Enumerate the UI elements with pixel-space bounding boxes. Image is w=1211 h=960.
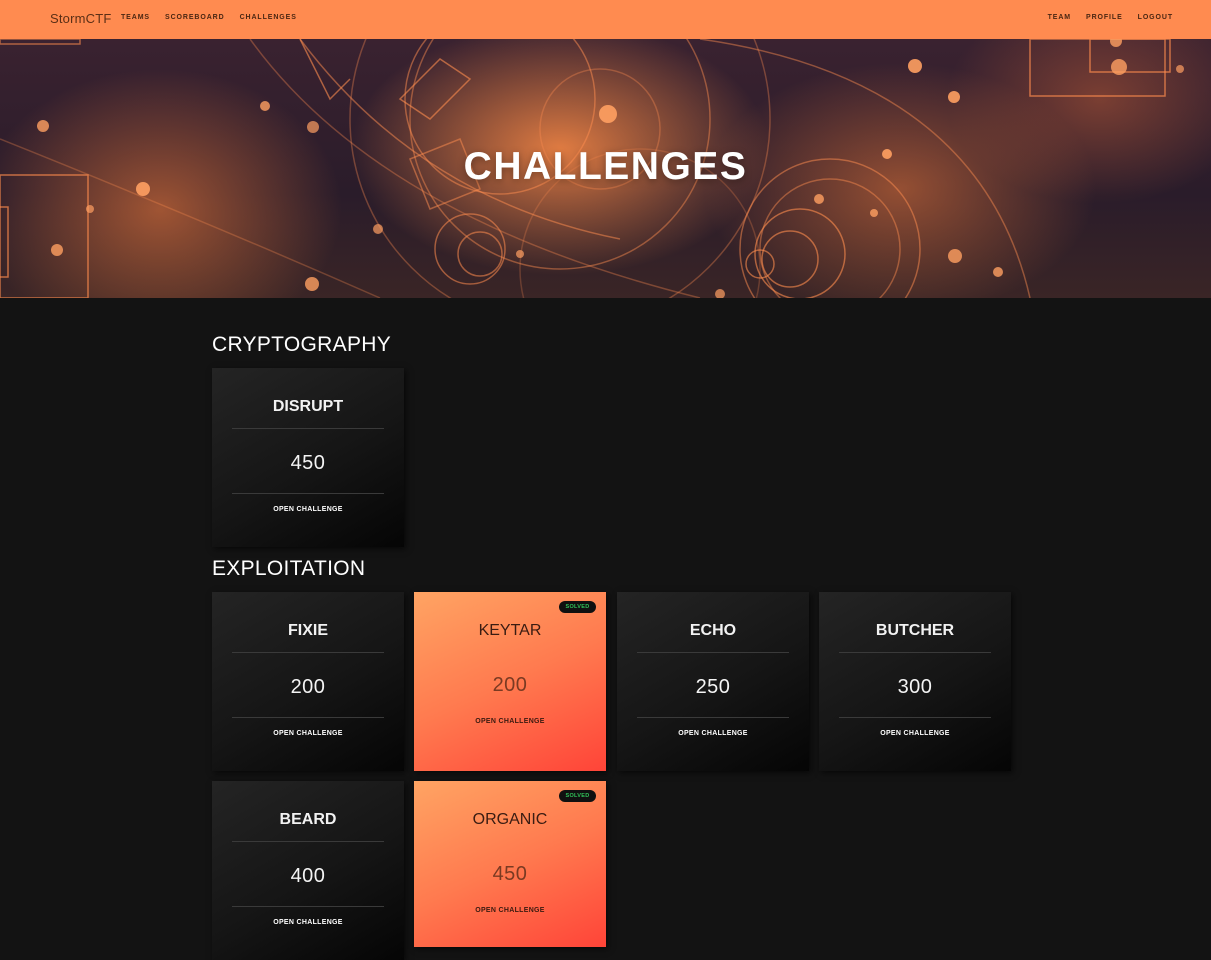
challenge-card-fixie[interactable]: FIXIE 200 OPEN CHALLENGE	[212, 592, 404, 771]
challenge-name: FIXIE	[287, 622, 328, 639]
category-title-cryptography: CRYPTOGRAPHY	[212, 333, 392, 356]
nav-link-teams[interactable]: TEAMS	[121, 14, 150, 21]
challenge-points: 200	[290, 676, 326, 698]
hero-banner: CHALLENGES	[0, 39, 1211, 298]
open-challenge-button[interactable]: OPEN CHALLENGE	[819, 730, 1011, 737]
divider	[232, 493, 384, 494]
solved-badge: SOLVED	[559, 601, 596, 613]
divider	[232, 841, 384, 842]
category-title-exploitation: EXPLOITATION	[212, 557, 366, 580]
open-challenge-button[interactable]: OPEN CHALLENGE	[414, 718, 606, 725]
nav-link-logout[interactable]: LOGOUT	[1138, 14, 1173, 21]
divider	[637, 717, 789, 718]
challenge-points: 450	[290, 452, 326, 474]
brand-logo[interactable]: StormCTF	[50, 11, 112, 26]
challenge-name: BEARD	[279, 811, 337, 828]
page-title: CHALLENGES	[463, 145, 748, 188]
challenge-name: ECHO	[689, 622, 737, 639]
nav-left: TEAMS SCOREBOARD CHALLENGES	[121, 14, 312, 21]
divider	[637, 652, 789, 653]
open-challenge-button[interactable]: OPEN CHALLENGE	[617, 730, 809, 737]
solved-badge: SOLVED	[559, 790, 596, 802]
nav-link-team[interactable]: TEAM	[1048, 14, 1071, 21]
divider	[232, 428, 384, 429]
divider	[232, 652, 384, 653]
divider	[232, 906, 384, 907]
challenge-card-beard[interactable]: BEARD 400 OPEN CHALLENGE	[212, 781, 404, 960]
challenge-points: 250	[695, 676, 731, 698]
challenge-points: 200	[492, 674, 528, 696]
challenge-card-butcher[interactable]: BUTCHER 300 OPEN CHALLENGE	[819, 592, 1011, 771]
navbar: StormCTF TEAMS SCOREBOARD CHALLENGES TEA…	[0, 0, 1211, 39]
open-challenge-button[interactable]: OPEN CHALLENGE	[212, 730, 404, 737]
challenge-name: DISRUPT	[272, 398, 344, 415]
challenge-card-organic[interactable]: SOLVED ORGANIC 450 OPEN CHALLENGE	[414, 781, 606, 947]
challenge-points: 450	[492, 863, 528, 885]
nav-link-challenges[interactable]: CHALLENGES	[240, 14, 297, 21]
divider	[232, 717, 384, 718]
challenge-points: 300	[897, 676, 933, 698]
challenge-name: BUTCHER	[875, 622, 955, 639]
open-challenge-button[interactable]: OPEN CHALLENGE	[414, 907, 606, 914]
challenge-card-disrupt[interactable]: DISRUPT 450 OPEN CHALLENGE	[212, 368, 404, 547]
nav-link-scoreboard[interactable]: SCOREBOARD	[165, 14, 225, 21]
challenge-name: KEYTAR	[478, 622, 542, 639]
divider	[839, 652, 991, 653]
divider	[839, 717, 991, 718]
challenge-name: ORGANIC	[472, 811, 548, 828]
nav-link-profile[interactable]: PROFILE	[1086, 14, 1123, 21]
open-challenge-button[interactable]: OPEN CHALLENGE	[212, 919, 404, 926]
challenge-points: 400	[290, 865, 326, 887]
nav-right: TEAM PROFILE LOGOUT	[1033, 14, 1173, 21]
challenge-card-echo[interactable]: ECHO 250 OPEN CHALLENGE	[617, 592, 809, 771]
open-challenge-button[interactable]: OPEN CHALLENGE	[212, 506, 404, 513]
challenge-card-keytar[interactable]: SOLVED KEYTAR 200 OPEN CHALLENGE	[414, 592, 606, 771]
